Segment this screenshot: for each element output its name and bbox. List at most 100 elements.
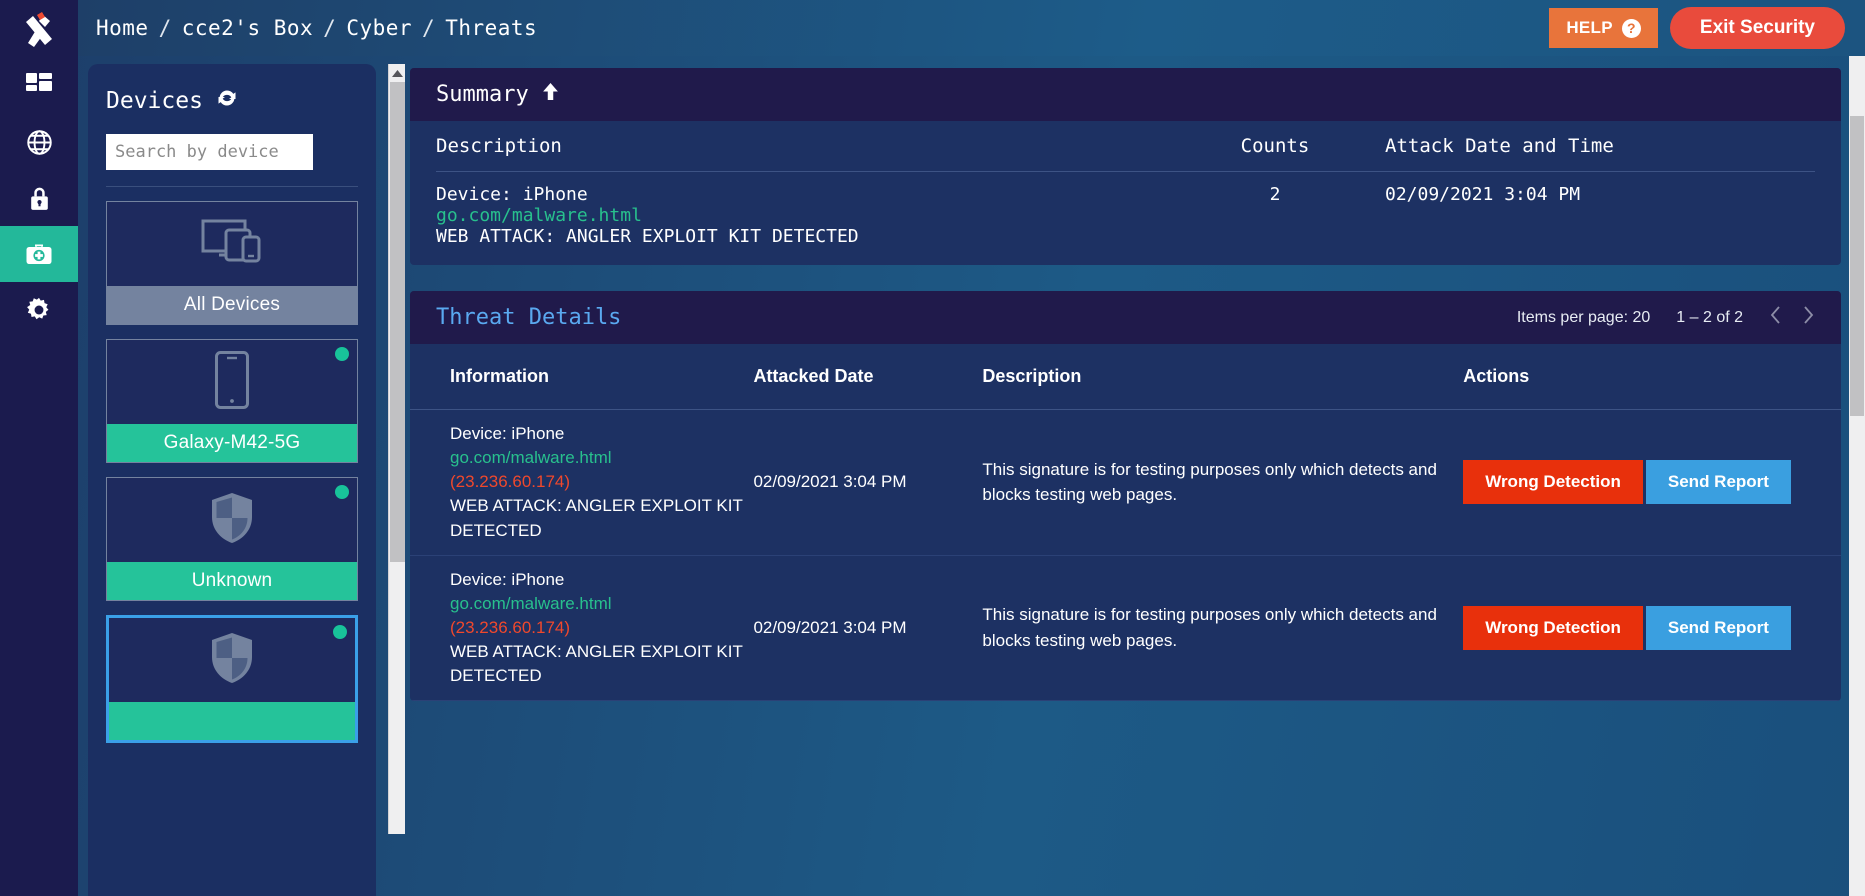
content-area: Summary Description Counts Attack Date a…: [386, 56, 1865, 896]
threat-attacked-date-cell: 02/09/2021 3:04 PM: [753, 409, 983, 556]
summary-col-counts: Counts: [1165, 121, 1385, 172]
paginator-arrows: [1769, 305, 1815, 330]
breadcrumb-home[interactable]: Home: [96, 16, 149, 40]
device-icon-box: [107, 340, 357, 424]
description-text: This signature is for testing purposes o…: [982, 459, 1437, 505]
info-ip: (23.236.60.174): [450, 617, 571, 637]
lock-icon: [27, 185, 52, 212]
chevron-right-icon[interactable]: [1802, 305, 1815, 330]
threat-details-header: Threat Details Items per page: 20 1 – 2 …: [410, 291, 1841, 344]
globe-icon: [26, 129, 53, 156]
info-device-label: Device:: [450, 569, 507, 589]
breadcrumb-box[interactable]: cce2's Box: [182, 16, 313, 40]
device-card-all-devices[interactable]: All Devices: [106, 201, 358, 325]
summary-description-cell: Device: iPhone go.com/malware.html WEB A…: [436, 172, 1165, 266]
top-bar: Home / cce2's Box / Cyber / Threats HELP…: [78, 0, 1865, 56]
sidebar-item-threats[interactable]: [0, 226, 78, 282]
send-report-button[interactable]: Send Report: [1645, 605, 1791, 650]
summary-url[interactable]: go.com/malware.html: [436, 205, 1165, 226]
wrong-detection-button[interactable]: Wrong Detection: [1463, 605, 1643, 650]
threat-actions-cell: Wrong Detection Send Report: [1463, 409, 1841, 556]
actions-group: Wrong Detection Send Report: [1463, 605, 1841, 650]
device-icon-box: [107, 202, 357, 286]
sidebar-item-dashboard[interactable]: [0, 58, 78, 114]
breadcrumb-threats[interactable]: Threats: [445, 16, 537, 40]
devices-title-label: Devices: [106, 88, 203, 114]
device-icon-box: [109, 618, 355, 702]
summary-col-attack-date: Attack Date and Time: [1385, 121, 1815, 172]
threat-col-information: Information: [410, 344, 754, 410]
app-logo-x-icon: [26, 12, 52, 47]
info-url[interactable]: go.com/malware.html: [450, 446, 753, 470]
shield-icon: [208, 630, 256, 691]
threat-information-cell: Device: iPhone go.com/malware.html (23.2…: [410, 555, 754, 702]
info-device-line: Device: iPhone: [450, 422, 753, 446]
status-dot-online: [335, 347, 349, 361]
summary-device-name: iPhone: [522, 184, 588, 205]
threat-details-table: Information Attacked Date Description Ac…: [410, 344, 1841, 702]
status-dot-online: [333, 625, 347, 639]
first-aid-kit-icon: [25, 241, 53, 267]
refresh-icon[interactable]: [215, 86, 239, 116]
threat-details-card: Threat Details Items per page: 20 1 – 2 …: [410, 291, 1841, 702]
info-url[interactable]: go.com/malware.html: [450, 592, 753, 616]
sidebar-rail: [0, 0, 78, 896]
question-mark-icon: ?: [1621, 18, 1641, 38]
exit-security-button[interactable]: Exit Security: [1669, 7, 1845, 49]
threat-col-actions: Actions: [1463, 344, 1841, 410]
divider: [106, 186, 358, 187]
chevron-left-icon[interactable]: [1769, 305, 1782, 330]
actions-group: Wrong Detection Send Report: [1463, 460, 1841, 505]
device-card-galaxy[interactable]: Galaxy-M42-5G: [106, 339, 358, 463]
threat-details-title[interactable]: Threat Details: [436, 305, 621, 330]
send-report-button[interactable]: Send Report: [1645, 460, 1791, 505]
sidebar-item-security-lock[interactable]: [0, 170, 78, 226]
info-device-line: Device: iPhone: [450, 568, 753, 592]
help-button[interactable]: HELP ?: [1549, 8, 1658, 48]
gear-icon: [26, 297, 52, 323]
device-label: Galaxy-M42-5G: [107, 424, 357, 462]
info-block: Device: iPhone go.com/malware.html (23.2…: [450, 422, 753, 543]
info-attack-name: WEB ATTACK: ANGLER EXPLOIT KIT DETECTED: [450, 496, 743, 540]
breadcrumb-separator: /: [158, 16, 172, 40]
table-row: Device: iPhone go.com/malware.html WEB A…: [436, 172, 1815, 266]
threat-table-header-row: Information Attacked Date Description Ac…: [410, 344, 1841, 410]
wrong-detection-button[interactable]: Wrong Detection: [1463, 460, 1643, 505]
items-per-page-label[interactable]: Items per page: 20: [1517, 309, 1650, 327]
breadcrumb-separator: /: [422, 16, 436, 40]
device-label: Unknown: [107, 562, 357, 600]
search-input[interactable]: [106, 134, 313, 170]
sidebar-item-network[interactable]: [0, 114, 78, 170]
breadcrumb-separator: /: [323, 16, 337, 40]
page-scrollbar[interactable]: [1849, 56, 1865, 896]
threat-col-attacked-date: Attacked Date: [753, 344, 983, 410]
table-row: Device: iPhone go.com/malware.html (23.2…: [410, 409, 1841, 556]
summary-table-header-row: Description Counts Attack Date and Time: [436, 121, 1815, 172]
threat-information-cell: Device: iPhone go.com/malware.html (23.2…: [410, 409, 754, 556]
device-icon-box: [107, 478, 357, 562]
summary-table: Description Counts Attack Date and Time …: [436, 121, 1815, 265]
device-card-unknown[interactable]: Unknown: [106, 477, 358, 601]
breadcrumb-cyber[interactable]: Cyber: [346, 16, 412, 40]
device-label: All Devices: [107, 286, 357, 324]
threat-actions-cell: Wrong Detection Send Report: [1463, 555, 1841, 702]
app-logo[interactable]: [0, 2, 78, 58]
threat-description-cell: This signature is for testing purposes o…: [982, 409, 1464, 556]
scrollbar-thumb[interactable]: [1850, 116, 1864, 416]
page-range-label: 1 – 2 of 2: [1676, 308, 1743, 326]
device-card-selected[interactable]: [106, 615, 358, 743]
status-dot-online: [335, 485, 349, 499]
info-device-name: iPhone: [511, 424, 565, 443]
dashboard-grid-icon: [26, 73, 52, 99]
devices-panel: Devices Search by device All Devices Gal…: [88, 64, 376, 896]
summary-header: Summary: [410, 68, 1841, 121]
arrow-up-icon[interactable]: [541, 82, 560, 107]
summary-col-description: Description: [436, 121, 1165, 172]
summary-card: Summary Description Counts Attack Date a…: [410, 68, 1841, 265]
summary-attack-name: WEB ATTACK: ANGLER EXPLOIT KIT DETECTED: [436, 226, 859, 247]
summary-device-label: Device:: [436, 184, 512, 205]
help-label: HELP: [1566, 18, 1613, 37]
threat-attacked-date-cell: 02/09/2021 3:04 PM: [753, 555, 983, 702]
device-label: [109, 702, 355, 740]
sidebar-item-settings[interactable]: [0, 282, 78, 338]
